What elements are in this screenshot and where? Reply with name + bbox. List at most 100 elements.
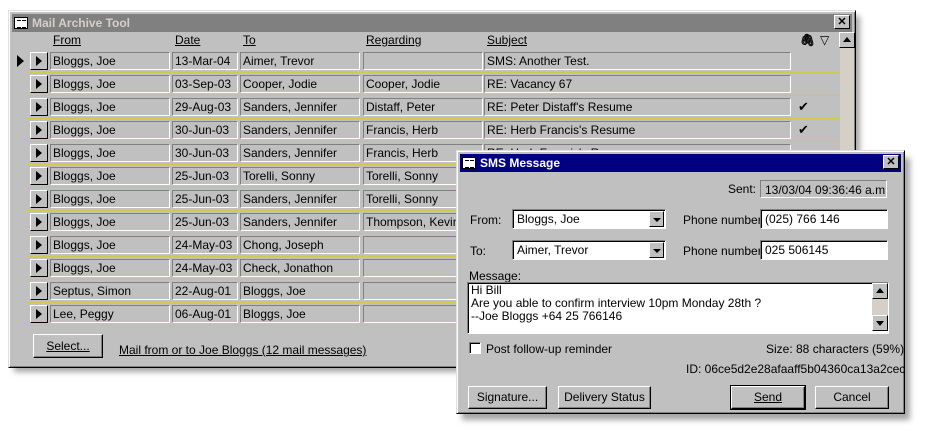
cell-from[interactable]: Bloggs, Joe — [50, 236, 170, 254]
cell-from[interactable]: Bloggs, Joe — [50, 144, 170, 162]
column-header-subject[interactable]: Subject — [487, 33, 527, 47]
cell-date[interactable]: 13-Mar-04 — [172, 52, 238, 70]
column-header-date[interactable]: Date — [175, 33, 200, 47]
cell-from[interactable]: Lee, Peggy — [50, 305, 170, 323]
cell-to[interactable]: Torelli, Sonny — [240, 167, 360, 185]
to-label: To: — [470, 244, 487, 258]
followup-checkbox[interactable] — [469, 342, 481, 354]
from-select[interactable]: Bloggs, Joe — [512, 209, 666, 229]
cell-date[interactable]: 30-Jun-03 — [172, 144, 238, 162]
open-message-button[interactable] — [30, 213, 48, 231]
cell-subject[interactable]: RE: Vacancy 67 — [484, 75, 791, 93]
cell-from[interactable]: Bloggs, Joe — [50, 98, 170, 116]
cell-subject[interactable]: RE: Herb Francis's Resume — [484, 121, 791, 139]
window-menu-icon[interactable] — [462, 157, 476, 169]
sent-label: Sent: — [728, 182, 757, 196]
message-line-3: --Joe Bloggs +64 25 766146 — [471, 309, 623, 323]
cell-regarding[interactable]: Cooper, Jodie — [363, 75, 483, 93]
cell-to[interactable]: Check, Jonathon — [240, 259, 360, 277]
signature-button[interactable]: Signature... — [468, 386, 547, 409]
cell-date[interactable]: 22-Aug-01 — [172, 282, 238, 300]
open-message-button[interactable] — [30, 190, 48, 208]
followup-label[interactable]: Post follow-up reminder — [486, 342, 612, 356]
cell-regarding[interactable] — [363, 52, 483, 70]
cell-from[interactable]: Bloggs, Joe — [50, 52, 170, 70]
message-id: ID: 06ce5d2e28afaaff5b04360ca13a2cec — [686, 362, 906, 376]
archive-titlebar[interactable]: Mail Archive Tool ✕ — [12, 14, 852, 32]
chevron-down-icon[interactable] — [649, 242, 664, 258]
cell-date[interactable]: 24-May-03 — [172, 236, 238, 254]
open-message-button[interactable] — [30, 121, 48, 139]
cell-from[interactable]: Bloggs, Joe — [50, 190, 170, 208]
open-message-button[interactable] — [30, 52, 48, 70]
from-select-value: Bloggs, Joe — [517, 212, 580, 226]
open-message-button[interactable] — [30, 282, 48, 300]
cell-to[interactable]: Cooper, Jodie — [240, 75, 360, 93]
send-button[interactable]: Send — [730, 385, 806, 410]
cell-date[interactable]: 25-Jun-03 — [172, 190, 238, 208]
column-header-from[interactable]: From — [53, 33, 81, 47]
cell-to[interactable]: Sanders, Jennifer — [240, 213, 360, 231]
sms-titlebar[interactable]: SMS Message ✕ — [460, 154, 901, 172]
to-select[interactable]: Aimer, Trevor — [512, 240, 666, 260]
column-header-regarding[interactable]: Regarding — [366, 33, 421, 47]
message-scroll-up-button[interactable] — [872, 283, 888, 299]
cell-subject[interactable]: RE: Peter Distaff's Resume — [484, 98, 791, 116]
chevron-down-icon[interactable] — [649, 211, 664, 227]
open-message-button[interactable] — [30, 305, 48, 323]
cell-from[interactable]: Bloggs, Joe — [50, 75, 170, 93]
attachment-column-icon[interactable]: 🖇 — [800, 33, 815, 47]
archive-close-button[interactable]: ✕ — [834, 15, 850, 29]
archive-scroll-up-button[interactable] — [839, 32, 855, 48]
cell-regarding[interactable]: Distaff, Peter — [363, 98, 483, 116]
cell-from[interactable]: Bloggs, Joe — [50, 213, 170, 231]
phone-label-from: Phone number: — [683, 213, 766, 227]
sms-close-button[interactable]: ✕ — [883, 155, 899, 169]
cell-date[interactable]: 30-Jun-03 — [172, 121, 238, 139]
open-message-button[interactable] — [30, 167, 48, 185]
cell-to[interactable]: Bloggs, Joe — [240, 282, 360, 300]
column-header-to[interactable]: To — [243, 33, 256, 47]
delivery-status-button[interactable]: Delivery Status — [558, 386, 651, 409]
cell-from[interactable]: Bloggs, Joe — [50, 121, 170, 139]
select-button[interactable]: Select... — [33, 334, 103, 358]
message-textarea[interactable]: Hi Bill Are you able to confirm intervie… — [467, 282, 889, 334]
cell-date[interactable]: 06-Aug-01 — [172, 305, 238, 323]
cell-subject[interactable]: SMS: Another Test. — [484, 52, 791, 70]
cell-regarding[interactable]: Francis, Herb — [363, 121, 483, 139]
open-message-button[interactable] — [30, 144, 48, 162]
cell-from[interactable]: Bloggs, Joe — [50, 259, 170, 277]
send-button-label: Send — [753, 390, 783, 404]
mail-summary-link[interactable]: Mail from or to Joe Bloggs (12 mail mess… — [119, 343, 366, 357]
cell-date[interactable]: 24-May-03 — [172, 259, 238, 277]
message-size: Size: 88 characters (59%) — [766, 342, 905, 356]
attachment-check-icon: ✔ — [798, 122, 809, 137]
cell-date[interactable]: 25-Jun-03 — [172, 213, 238, 231]
cell-date[interactable]: 03-Sep-03 — [172, 75, 238, 93]
sms-title: SMS Message — [480, 156, 561, 170]
cell-to[interactable]: Aimer, Trevor — [240, 52, 360, 70]
cell-date[interactable]: 25-Jun-03 — [172, 167, 238, 185]
cell-to[interactable]: Sanders, Jennifer — [240, 144, 360, 162]
open-message-button[interactable] — [30, 98, 48, 116]
cell-to[interactable]: Sanders, Jennifer — [240, 98, 360, 116]
phone-field-from[interactable]: (025) 766 146 — [760, 209, 888, 229]
cancel-button[interactable]: Cancel — [815, 386, 889, 409]
cell-date[interactable]: 29-Aug-03 — [172, 98, 238, 116]
cell-from[interactable]: Bloggs, Joe — [50, 167, 170, 185]
cell-to[interactable]: Chong, Joseph — [240, 236, 360, 254]
cell-to[interactable]: Bloggs, Joe — [240, 305, 360, 323]
cell-from[interactable]: Septus, Simon — [50, 282, 170, 300]
open-message-button[interactable] — [30, 236, 48, 254]
open-message-button[interactable] — [30, 75, 48, 93]
open-message-button[interactable] — [30, 259, 48, 277]
cell-to[interactable]: Sanders, Jennifer — [240, 121, 360, 139]
message-scroll-down-button[interactable] — [872, 315, 888, 331]
row-separator — [28, 141, 841, 142]
window-menu-icon[interactable] — [14, 17, 28, 29]
filter-column-icon[interactable]: ▽ — [820, 33, 829, 47]
message-label: Message: — [469, 269, 522, 283]
phone-field-to[interactable]: 025 506145 — [760, 240, 888, 260]
current-record-indicator-icon — [17, 55, 24, 67]
cell-to[interactable]: Sanders, Jennifer — [240, 190, 360, 208]
